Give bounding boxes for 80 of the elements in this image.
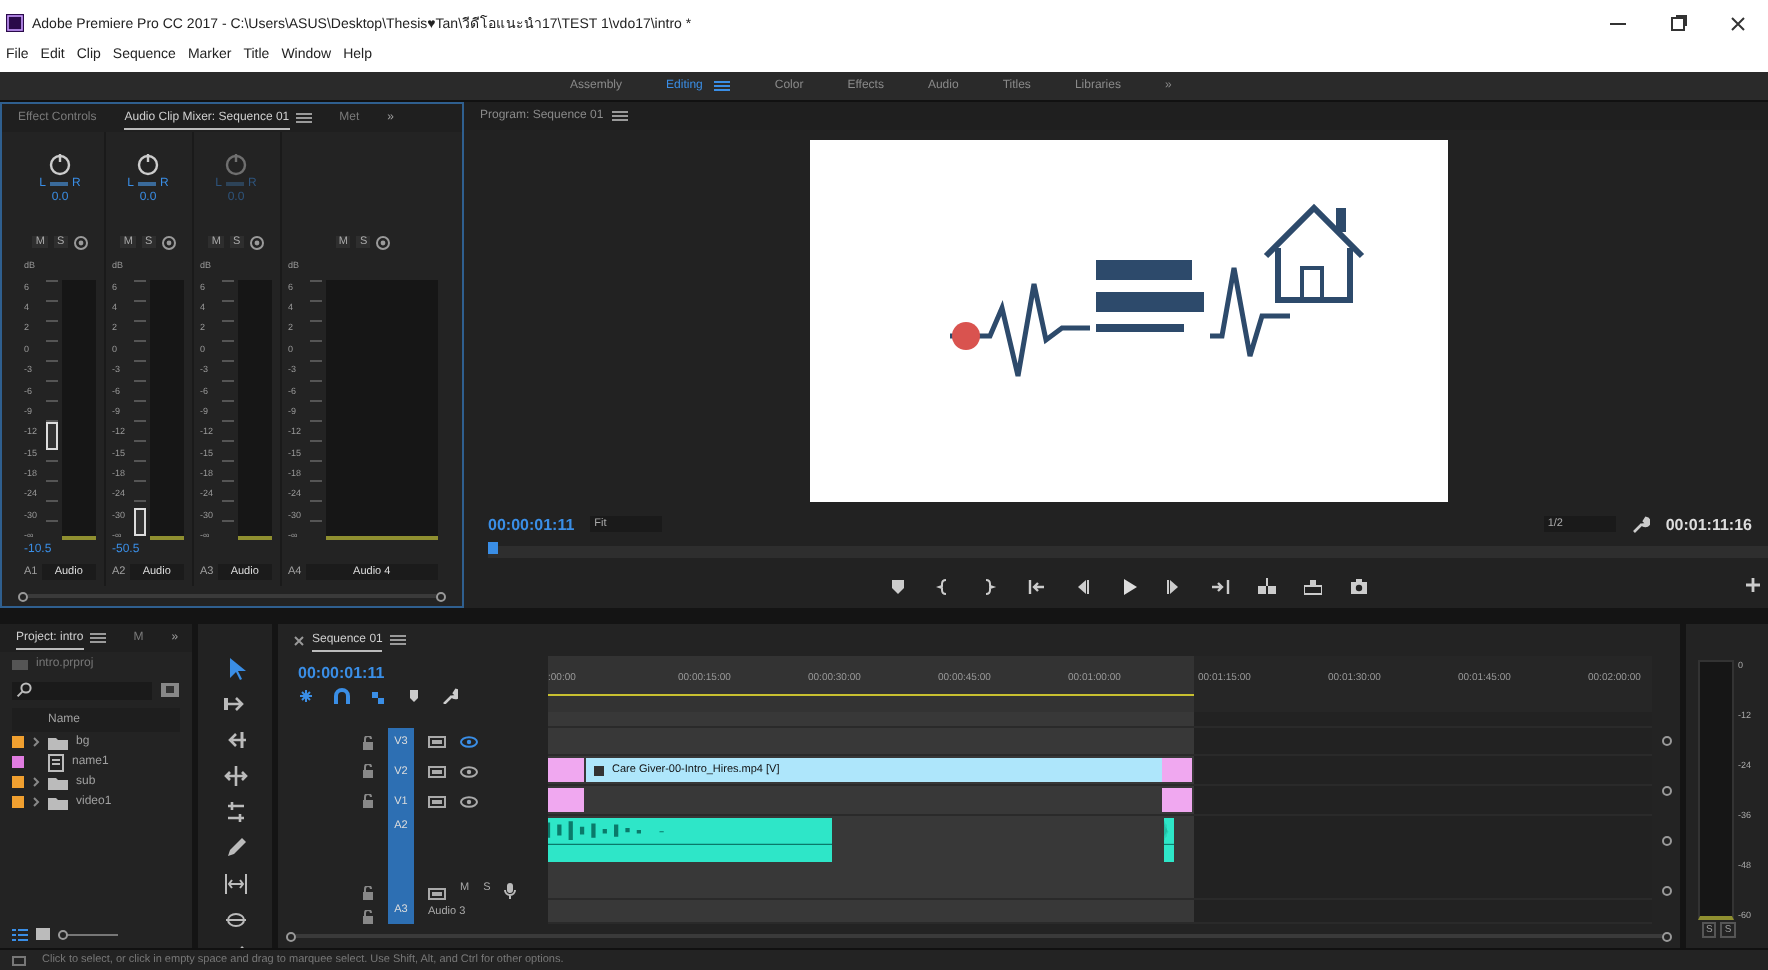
mic-icon[interactable] [504,882,517,901]
lock-icon[interactable] [362,764,374,779]
mouse-icon [12,955,26,966]
scroll-handle[interactable] [1661,836,1671,847]
camera-icon[interactable] [1349,578,1367,597]
list-view-icon[interactable] [12,927,28,942]
eye-icon[interactable] [460,765,478,778]
pan-bar [226,182,244,187]
ripple-edit-icon[interactable] [223,728,247,753]
close-icon[interactable] [1728,13,1748,34]
nest-icon[interactable] [298,688,314,705]
marker-icon[interactable] [406,688,422,705]
scroll-handle[interactable] [1661,886,1671,897]
transition-clip[interactable] [1162,758,1192,783]
lock-icon[interactable] [362,886,374,901]
eye-icon[interactable] [460,795,478,808]
lock-icon[interactable] [362,735,374,750]
pan-knob[interactable] [48,152,72,177]
transition-clip[interactable] [548,788,584,813]
go-to-in-icon[interactable] [1027,578,1045,597]
new-bin-icon[interactable] [160,682,180,699]
scroll-handle[interactable] [436,591,446,602]
transition-clip[interactable] [548,758,584,783]
wrench-icon[interactable] [442,688,458,705]
search-field[interactable] [12,681,152,700]
menu-icon[interactable] [295,112,312,125]
go-to-out-icon[interactable] [1211,578,1229,597]
eye-icon[interactable] [460,736,478,749]
audio-clip[interactable] [548,818,832,863]
pan-bar [50,182,68,187]
menu-icon[interactable] [89,632,106,645]
scroll-handle[interactable] [1661,786,1671,797]
marker-icon[interactable] [889,578,907,597]
razor-icon[interactable] [223,836,247,861]
scroll-handle[interactable] [1662,931,1672,942]
lock-icon[interactable] [362,794,374,809]
transition-clip[interactable] [1162,788,1192,813]
wrench-icon[interactable] [1631,515,1650,534]
step-forward-icon[interactable] [1165,578,1183,597]
film-icon[interactable] [428,888,446,901]
out-point-icon[interactable] [981,578,999,597]
rate-stretch-icon[interactable] [223,800,247,825]
target-icon[interactable] [73,235,88,250]
scroll-handle[interactable] [1661,736,1671,747]
timecode[interactable]: 00:00:01:11 [298,664,548,683]
step-back-icon[interactable] [1073,578,1091,597]
project-file-icon [12,659,28,670]
fader-thumb[interactable] [134,508,146,537]
insert-icon[interactable] [1257,578,1275,597]
playhead[interactable] [488,542,498,555]
magnet-icon[interactable] [334,688,350,705]
zoom-slider[interactable] [58,929,118,940]
target-icon[interactable] [161,235,176,250]
app-icon [6,14,24,33]
rolling-edit-icon[interactable] [223,764,247,789]
lock-icon[interactable] [362,910,374,925]
sequence-icon [48,753,64,772]
slip-icon[interactable] [223,872,247,897]
duration: 00:01:11:16 [1665,515,1752,534]
play-icon[interactable] [1119,578,1137,597]
search-icon[interactable] [16,682,32,699]
audio-clip[interactable] [1164,818,1174,863]
overwrite-icon[interactable] [1303,578,1321,597]
close-icon[interactable] [294,635,304,646]
timecode[interactable]: 00:00:01:11 [488,515,575,534]
menu-icon[interactable] [611,110,628,123]
pan-knob[interactable] [136,152,160,177]
slide-icon[interactable] [223,908,247,933]
fader-track[interactable] [134,280,146,533]
menu-icon[interactable] [714,80,731,93]
chevron-icon[interactable] [32,736,40,749]
target-icon[interactable] [376,235,391,250]
zoom-thumb[interactable] [58,929,68,940]
link-icon[interactable] [370,688,386,705]
plus-icon[interactable] [1746,578,1760,593]
icon-view-icon[interactable] [36,928,50,941]
fader-thumb[interactable] [46,422,58,451]
menu-icon[interactable] [390,634,407,647]
restore-icon[interactable] [1668,13,1688,34]
pan-bar [138,182,156,187]
